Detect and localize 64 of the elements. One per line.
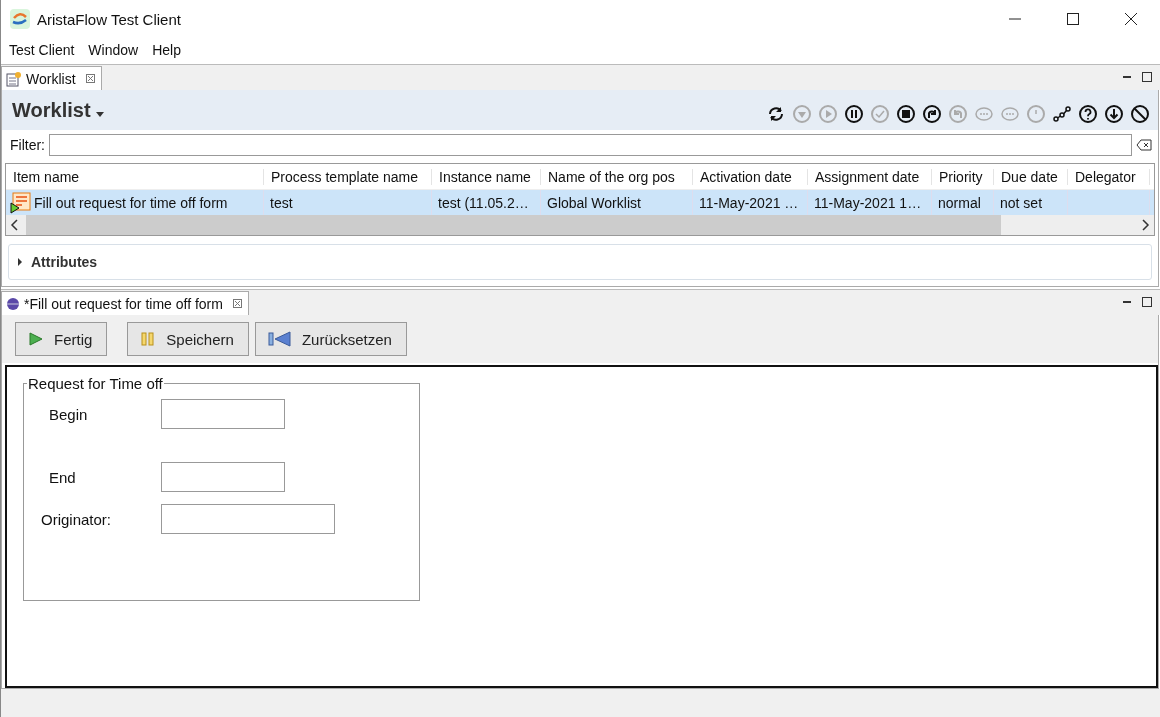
table-cell: test (11.05.2… bbox=[438, 194, 529, 211]
column-header[interactable]: Activation date bbox=[693, 168, 808, 185]
input-field[interactable] bbox=[161, 399, 285, 429]
column-header[interactable]: Process template name bbox=[264, 168, 432, 185]
scrollbar-thumb[interactable] bbox=[26, 215, 1001, 235]
maximize-view-icon[interactable] bbox=[1142, 297, 1152, 307]
finish-button[interactable]: Fertig bbox=[15, 322, 108, 356]
rewind-icon bbox=[267, 331, 292, 347]
filter-label: Filter: bbox=[10, 137, 45, 153]
input-field[interactable] bbox=[161, 462, 285, 492]
form-task-icon bbox=[10, 191, 32, 214]
attributes-section[interactable]: Attributes bbox=[8, 244, 1152, 280]
close-tab-icon[interactable] bbox=[232, 299, 242, 308]
play-icon bbox=[28, 331, 44, 347]
field-label: Begin bbox=[49, 405, 89, 423]
help-icon[interactable] bbox=[1078, 104, 1098, 124]
field-label: End bbox=[49, 468, 77, 486]
pause-icon bbox=[140, 331, 157, 347]
worklist-icon bbox=[6, 70, 22, 87]
field-label: Originator: bbox=[41, 510, 113, 528]
group-title: Request for Time off bbox=[27, 375, 164, 392]
column-header[interactable]: Item name bbox=[6, 168, 264, 185]
column-header[interactable]: Delegator bbox=[1068, 168, 1150, 185]
table-cell: 11-May-2021 1… bbox=[814, 194, 922, 211]
scroll-left-icon[interactable] bbox=[10, 219, 20, 231]
cancel-icon[interactable] bbox=[1130, 104, 1150, 124]
download-icon[interactable] bbox=[1104, 104, 1124, 124]
maximize-view-icon[interactable] bbox=[1142, 72, 1152, 82]
close-icon[interactable] bbox=[1125, 13, 1137, 25]
table-cell: not set bbox=[1000, 194, 1043, 211]
stop-icon[interactable] bbox=[896, 104, 916, 124]
reset-button[interactable]: Zurücksetzen bbox=[254, 322, 407, 356]
table-cell: test bbox=[270, 194, 293, 211]
view-tab[interactable]: Worklist bbox=[1, 66, 102, 90]
column-header[interactable]: Due date bbox=[994, 168, 1068, 185]
table-cell: Fill out request for time off form bbox=[34, 194, 228, 211]
refresh-icon[interactable] bbox=[766, 104, 786, 124]
menu-item[interactable]: Test Client bbox=[9, 42, 75, 58]
save-button[interactable]: Speichern bbox=[127, 322, 249, 356]
column-header[interactable]: Assignment date bbox=[808, 168, 932, 185]
app-logo-icon bbox=[10, 9, 30, 29]
view-header[interactable]: Worklist bbox=[12, 98, 105, 122]
table-row[interactable]: Fill out request for time off form test test (11.05.2… Global Worklist 11-May-2021 … 11-May-2021 1… normal not set bbox=[6, 190, 1154, 215]
table-cell: normal bbox=[938, 194, 981, 211]
menu-item[interactable]: Help bbox=[152, 42, 181, 58]
view-tab[interactable]: *Fill out request for time off form bbox=[1, 291, 249, 315]
table-cell: Global Worklist bbox=[547, 194, 641, 211]
filter-field[interactable] bbox=[49, 134, 1132, 156]
scroll-right-icon[interactable] bbox=[1140, 219, 1150, 231]
graph-icon[interactable] bbox=[1052, 104, 1072, 124]
menu-item[interactable]: Window bbox=[88, 42, 139, 58]
caret-icon bbox=[96, 111, 105, 117]
pause-icon[interactable] bbox=[844, 104, 864, 124]
expand-arrow-icon bbox=[17, 258, 23, 266]
input-field[interactable] bbox=[161, 504, 335, 534]
table-cell: 11-May-2021 … bbox=[699, 194, 799, 211]
clear-icon[interactable] bbox=[1136, 139, 1152, 151]
column-header[interactable]: Priority bbox=[932, 168, 994, 185]
maximize-icon[interactable] bbox=[1067, 13, 1079, 25]
window-title: AristaFlow Test Client bbox=[37, 10, 181, 28]
redo-icon[interactable] bbox=[922, 104, 942, 124]
column-header[interactable]: Instance name bbox=[432, 168, 541, 185]
column-header[interactable]: Name of the org pos bbox=[541, 168, 693, 185]
close-tab-icon[interactable] bbox=[85, 74, 95, 83]
